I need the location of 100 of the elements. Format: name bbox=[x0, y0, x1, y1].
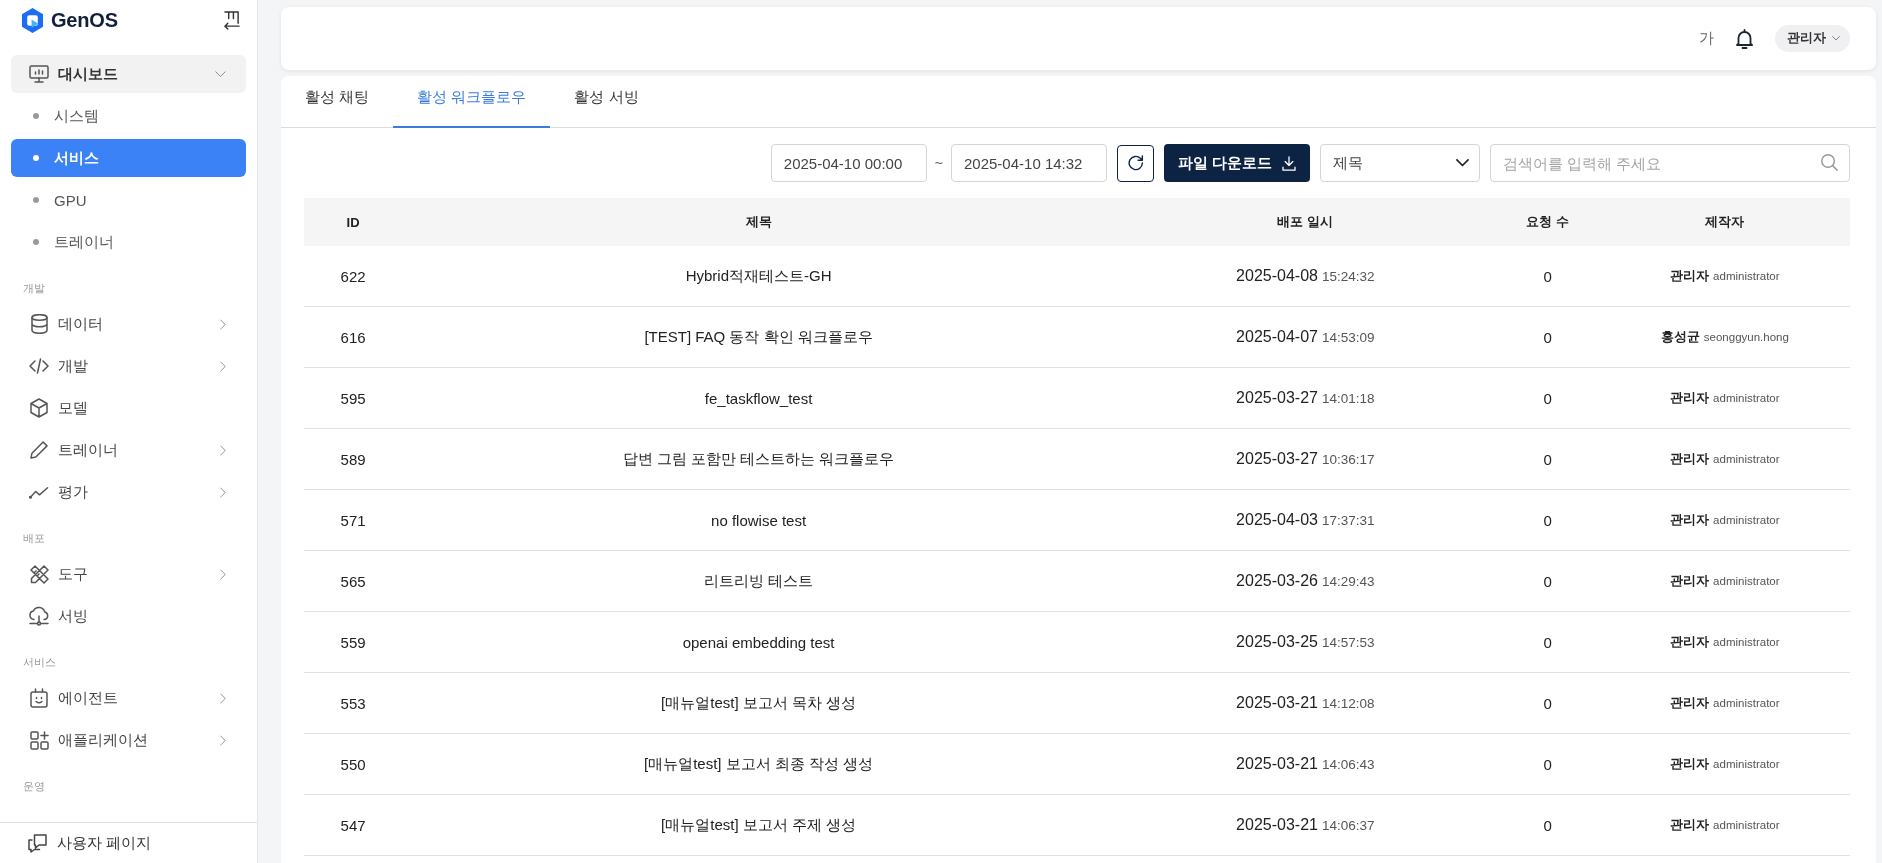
author-name: 관리자 bbox=[1670, 694, 1710, 712]
time-text: 10:36:17 bbox=[1321, 452, 1375, 467]
tab[interactable]: 활성 워크플로우 bbox=[393, 76, 551, 128]
table-cell: 0 bbox=[1543, 816, 1552, 834]
user-page-link[interactable]: 사용자 페이지 bbox=[0, 822, 257, 863]
sidebar-collapse-icon[interactable] bbox=[224, 11, 240, 30]
table-cell: 550 bbox=[340, 755, 366, 773]
tools-icon bbox=[29, 564, 49, 584]
date-text: 2025-03-27 bbox=[1236, 450, 1318, 468]
table-cell: 553 bbox=[340, 694, 366, 712]
nav-item[interactable]: 평가 bbox=[11, 473, 246, 511]
table-cell: 0 bbox=[1543, 633, 1552, 651]
end-date-field[interactable]: 2025-04-10 14:32 bbox=[951, 144, 1107, 182]
table-cell: 547 bbox=[340, 816, 366, 834]
tab[interactable]: 활성 채팅 bbox=[281, 76, 394, 128]
column-header: ID bbox=[346, 214, 360, 230]
trend-line-icon bbox=[29, 485, 49, 499]
nav-subitem[interactable]: 시스템 bbox=[11, 97, 246, 135]
bullet-icon bbox=[33, 239, 39, 245]
refresh-button[interactable] bbox=[1117, 144, 1154, 182]
user-menu-button[interactable]: 관리자 bbox=[1775, 25, 1850, 52]
date-text: 2025-03-21 bbox=[1236, 816, 1318, 834]
table-cell: 0 bbox=[1543, 389, 1552, 407]
time-text: 14:57:53 bbox=[1321, 635, 1375, 650]
nav-item[interactable]: 데이터 bbox=[11, 305, 246, 343]
code-icon bbox=[29, 358, 49, 374]
author-name: 관리자 bbox=[1670, 511, 1710, 529]
table-cell: 565 bbox=[340, 572, 366, 590]
search-field[interactable]: 검색어를 입력해 주세요 bbox=[1490, 144, 1850, 182]
table-cell: 0 bbox=[1543, 267, 1552, 285]
author-username: administrator bbox=[1713, 818, 1780, 831]
bell-icon[interactable] bbox=[1736, 28, 1753, 49]
refresh-icon bbox=[1127, 155, 1144, 171]
cube-icon bbox=[30, 398, 48, 418]
nav-item[interactable]: 서빙 bbox=[11, 597, 246, 635]
table-cell: 0 bbox=[1543, 694, 1552, 712]
bullet-icon bbox=[33, 113, 39, 119]
table-cell: 0 bbox=[1543, 572, 1552, 590]
table-cell: 0 bbox=[1543, 450, 1552, 468]
column-header: 제목 bbox=[745, 213, 772, 231]
table-cell: [매뉴얼test] 보고서 최종 작성 생성 bbox=[644, 754, 874, 774]
nav-item[interactable]: 도구 bbox=[11, 555, 246, 593]
database-icon bbox=[30, 314, 48, 334]
table-cell: 0 bbox=[1543, 328, 1552, 346]
table-cell: 589 bbox=[340, 450, 366, 468]
nav-item[interactable]: 개발 bbox=[11, 347, 246, 385]
table-cell: [매뉴얼test] 보고서 목차 생성 bbox=[661, 693, 857, 713]
nav-item[interactable]: 모델 bbox=[11, 389, 246, 427]
table-cell: fe_taskflow_test bbox=[704, 389, 813, 407]
nav-subitem[interactable]: 트레이너 bbox=[11, 223, 246, 261]
caret-icon bbox=[1832, 36, 1840, 41]
table-cell: 622 bbox=[340, 267, 366, 285]
table-cell: 595 bbox=[340, 389, 366, 407]
author-name: 관리자 bbox=[1670, 267, 1710, 285]
table-cell: 0 bbox=[1543, 511, 1552, 529]
section-label: 운영 bbox=[22, 778, 46, 794]
table-cell: [TEST] FAQ 동작 확인 워크플로우 bbox=[644, 327, 873, 347]
nav-subitem[interactable]: 서비스 bbox=[11, 139, 246, 177]
tab[interactable]: 활성 서빙 bbox=[550, 76, 663, 128]
filter-select[interactable]: 제목 bbox=[1320, 144, 1480, 182]
logo-icon bbox=[21, 8, 44, 33]
author-username: administrator bbox=[1713, 574, 1780, 587]
monitor-icon bbox=[29, 65, 49, 83]
time-text: 17:37:31 bbox=[1321, 513, 1375, 528]
table-cell: 616 bbox=[340, 328, 366, 346]
nav-subitem[interactable]: GPU bbox=[11, 181, 246, 219]
time-text: 14:12:08 bbox=[1321, 696, 1375, 711]
date-text: 2025-03-25 bbox=[1236, 633, 1318, 651]
range-separator: ~ bbox=[934, 155, 943, 171]
chat-icon bbox=[28, 833, 47, 853]
time-text: 14:06:43 bbox=[1321, 757, 1375, 772]
bullet-icon bbox=[33, 197, 39, 203]
robot-icon bbox=[30, 688, 48, 708]
time-text: 14:06:37 bbox=[1321, 818, 1375, 833]
column-header: 요청 수 bbox=[1526, 213, 1569, 231]
author-name: 관리자 bbox=[1670, 389, 1710, 407]
nav-item[interactable]: 트레이너 bbox=[11, 431, 246, 469]
author-name: 관리자 bbox=[1670, 572, 1710, 590]
start-date-field[interactable]: 2025-04-10 00:00 bbox=[770, 144, 927, 182]
nav-item[interactable]: 대시보드 bbox=[11, 55, 246, 93]
nav-item[interactable]: 애플리케이션 bbox=[11, 721, 246, 759]
font-size-button[interactable]: 가 bbox=[1699, 29, 1714, 48]
table-cell: 559 bbox=[340, 633, 366, 651]
author-username: seonggyun.hong bbox=[1703, 330, 1789, 343]
author-username: administrator bbox=[1713, 513, 1780, 526]
author-name: 관리자 bbox=[1670, 755, 1710, 773]
time-text: 14:53:09 bbox=[1321, 330, 1375, 345]
time-text: 14:01:18 bbox=[1321, 391, 1375, 406]
logo-text: GenOS bbox=[51, 9, 118, 32]
date-text: 2025-03-21 bbox=[1236, 694, 1318, 712]
author-username: administrator bbox=[1713, 757, 1780, 770]
download-button[interactable]: 파일 다운로드 bbox=[1164, 144, 1310, 182]
section-label: 서비스 bbox=[22, 654, 57, 670]
table-cell: Hybrid적재테스트-GH bbox=[685, 266, 832, 286]
bullet-icon bbox=[33, 155, 39, 161]
table-cell: 답변 그림 포함만 테스트하는 워크플로우 bbox=[622, 449, 895, 469]
nav-item[interactable]: 에이전트 bbox=[11, 679, 246, 717]
time-text: 15:24:32 bbox=[1321, 269, 1375, 284]
column-header: 제작자 bbox=[1705, 213, 1745, 231]
column-header: 배포 일시 bbox=[1277, 213, 1334, 231]
